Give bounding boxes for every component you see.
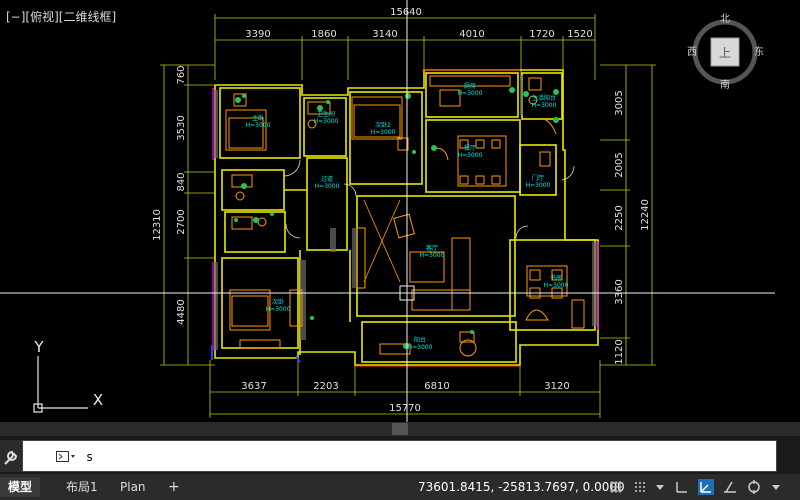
dim-left-4: 2700 (176, 209, 187, 234)
dim-top-4: 4010 (459, 29, 484, 40)
ucs-x-label: X (93, 391, 103, 409)
dim-left-total: 12310 (152, 209, 163, 241)
room-h: H=3000 (246, 122, 271, 129)
room-label: 餐厅 (464, 144, 476, 152)
status-bar: 模型 布局1 Plan + 73601.8415, -25813.7697, 0… (0, 474, 800, 500)
room-h: H=3000 (408, 344, 433, 351)
left-dimensions (160, 64, 215, 366)
room-h: H=3000 (266, 306, 291, 313)
isometric-icon[interactable] (722, 479, 738, 495)
dim-top-1: 3390 (245, 29, 270, 40)
command-input[interactable] (86, 446, 686, 468)
ortho-icon[interactable] (674, 479, 690, 495)
room-label: 厨房 (464, 82, 476, 90)
room-h: H=3000 (544, 282, 569, 289)
room-label: 生活阳台 (532, 94, 556, 102)
dim-right-1: 3005 (614, 90, 625, 115)
object-snap-tracking-icon[interactable] (746, 479, 762, 495)
drawing-viewport[interactable]: 15640 3390 1860 3140 4010 1720 1520 3637… (0, 0, 800, 422)
room-label: 主卧 (252, 114, 264, 122)
dim-left-2: 3530 (176, 115, 187, 140)
furniture (225, 75, 585, 357)
viewport-controls-label[interactable]: [−][俯视][二维线框] (6, 8, 116, 25)
room-label: 阳台 (414, 336, 426, 344)
dim-right-5: 1120 (614, 339, 625, 364)
room-label: 书房 (550, 274, 562, 282)
view-cube[interactable]: 上 北 南 东 西 (687, 13, 764, 91)
dim-top-5: 1720 (529, 29, 554, 40)
dim-right-4: 3360 (614, 279, 625, 304)
dim-right-total: 12240 (640, 199, 651, 231)
grid-icon[interactable] (608, 479, 624, 495)
wrench-icon (4, 450, 18, 465)
dim-bottom-2: 2203 (313, 381, 338, 392)
cursor-coordinates[interactable]: 73601.8415, -25813.7697, 0.0000 (418, 480, 625, 494)
compass-north[interactable]: 北 (720, 13, 730, 25)
dim-bottom-1: 3637 (241, 381, 266, 392)
polar-tracking-icon[interactable] (698, 479, 714, 495)
compass-south[interactable]: 南 (720, 78, 730, 91)
room-h: H=3000 (314, 118, 339, 125)
room-h: H=3000 (420, 252, 445, 259)
compass-east[interactable]: 东 (754, 45, 764, 58)
dim-bottom-total: 15770 (389, 403, 421, 414)
dim-right-2: 2005 (614, 152, 625, 177)
ucs-y-label: Y (33, 338, 44, 356)
room-label: 客厅 (426, 244, 438, 252)
compass-west[interactable]: 西 (687, 47, 697, 58)
dim-left-3: 840 (176, 172, 187, 191)
dim-left-1: 760 (176, 65, 187, 84)
chevron-down-icon[interactable] (768, 479, 784, 495)
dim-top-2: 1860 (311, 29, 336, 40)
room-label: 次卧2 (375, 121, 391, 129)
room-label: 次卧 (272, 298, 284, 306)
tab-model[interactable]: 模型 (0, 477, 41, 497)
add-layout-button[interactable]: + (160, 477, 188, 497)
dim-bottom-4: 3120 (544, 381, 569, 392)
dim-right-3: 2250 (614, 205, 625, 230)
floor-plan-drawing[interactable]: 15640 3390 1860 3140 4010 1720 1520 3637… (0, 0, 800, 422)
dim-left-5: 4480 (176, 299, 187, 324)
room-h: H=3000 (532, 102, 557, 109)
room-label: 门厅 (532, 174, 544, 182)
dim-top-3: 3140 (372, 29, 397, 40)
dim-top-total: 15640 (390, 7, 422, 18)
command-customize-button[interactable] (0, 440, 22, 472)
horizontal-scrollbar[interactable] (0, 422, 800, 436)
room-h: H=3000 (371, 129, 396, 136)
room-h: H=3000 (526, 182, 551, 189)
room-label: 过道 (321, 175, 333, 183)
ucs-icon (33, 356, 88, 413)
crosshair-cursor (0, 0, 775, 422)
room-h: H=3000 (315, 183, 340, 190)
tab-plan[interactable]: Plan (112, 477, 154, 497)
scrollbar-thumb[interactable] (392, 423, 408, 435)
tab-layout1[interactable]: 布局1 (58, 477, 106, 497)
room-h: H=3000 (458, 152, 483, 159)
dim-top-6: 1520 (567, 29, 592, 40)
view-cube-face-label: 上 (719, 46, 731, 60)
chevron-down-icon[interactable] (652, 479, 668, 495)
room-h: H=3000 (458, 90, 483, 97)
dim-bottom-3: 6810 (424, 381, 449, 392)
room-label: 卫生间 (317, 110, 335, 118)
command-prompt-icon[interactable] (56, 451, 76, 463)
snap-grid-icon[interactable] (632, 479, 648, 495)
